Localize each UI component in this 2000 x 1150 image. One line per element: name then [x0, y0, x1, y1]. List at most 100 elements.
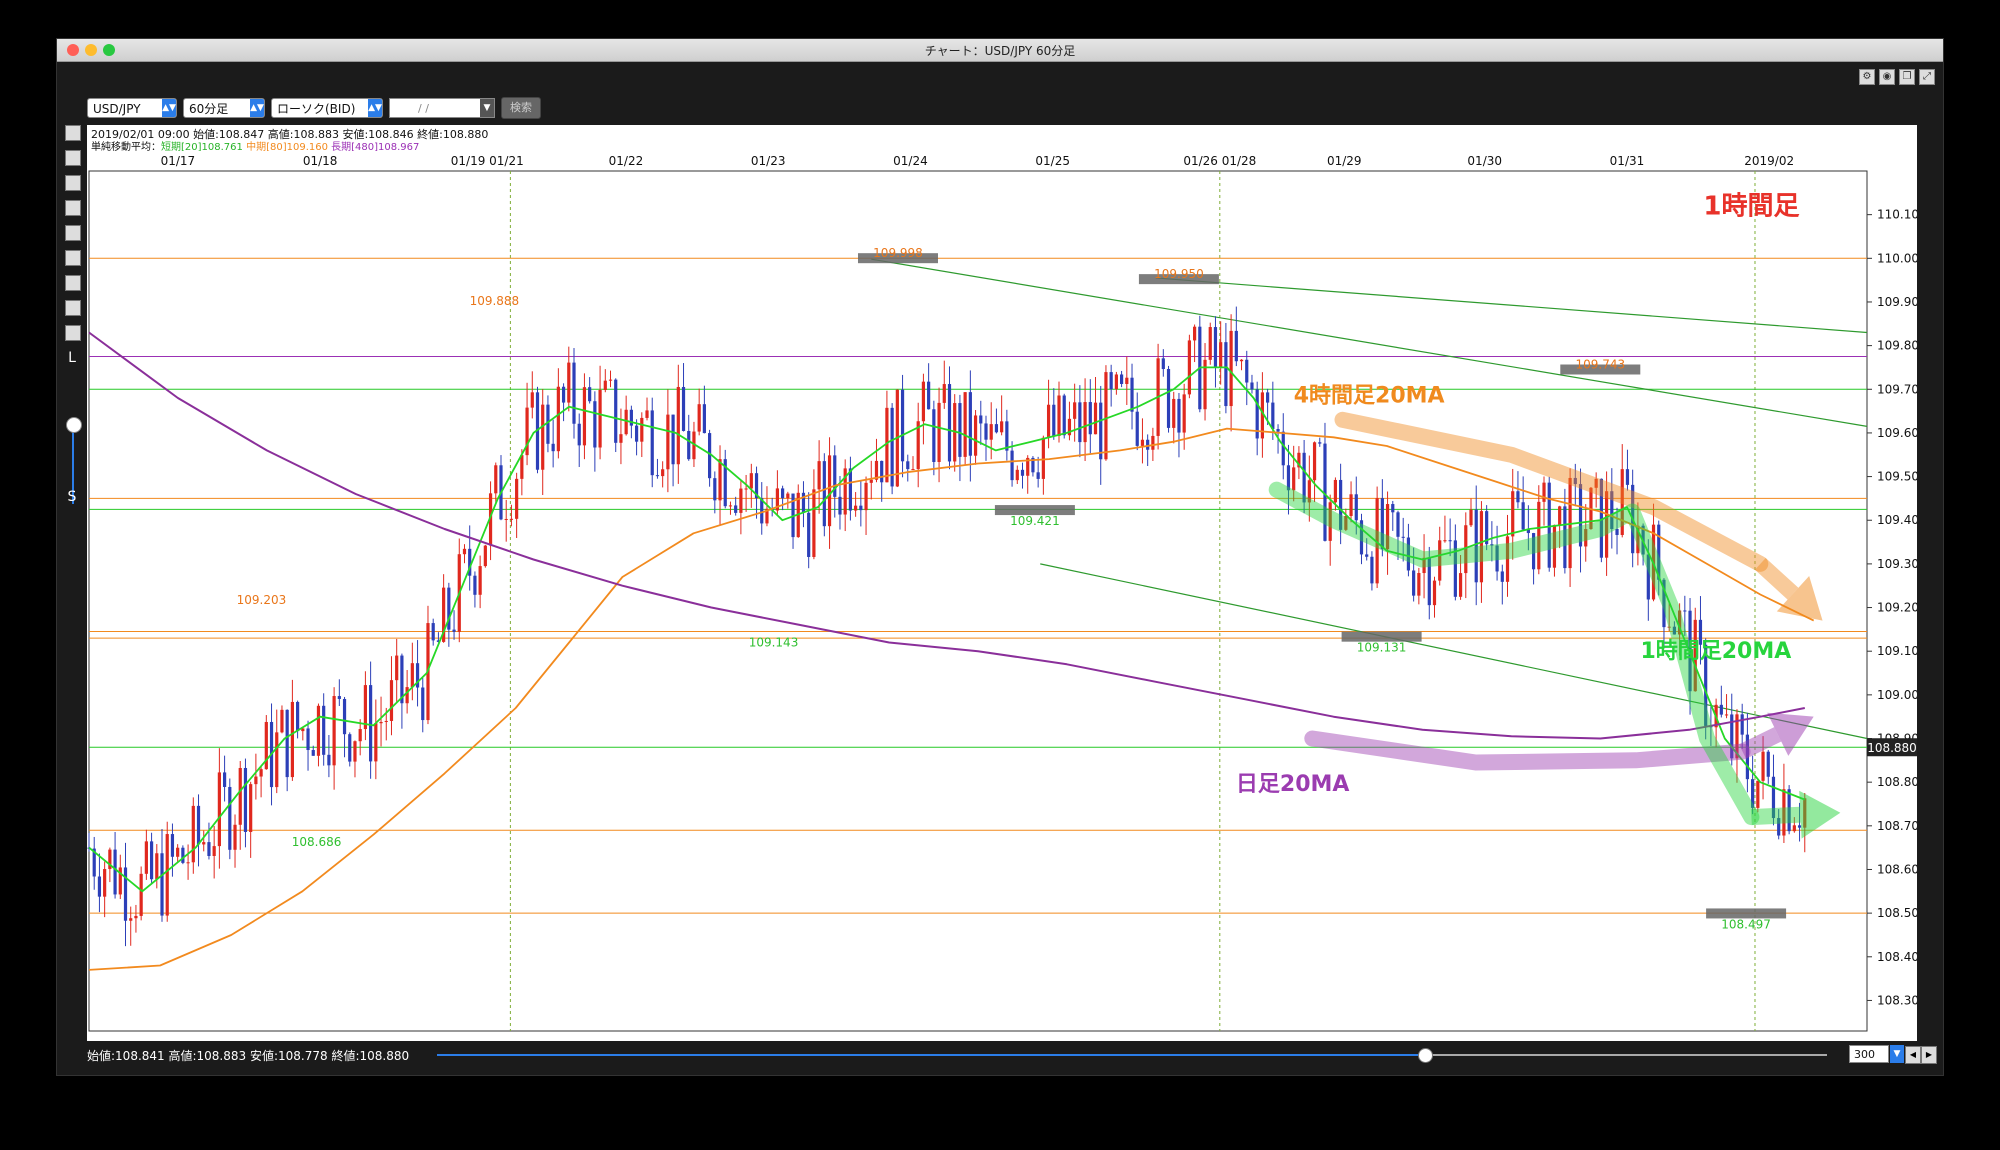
candle-body — [1046, 404, 1051, 438]
candle-body — [942, 384, 946, 403]
bar-count-select[interactable]: 300 ▼ — [1849, 1045, 1904, 1063]
candle-body — [1036, 472, 1040, 479]
candle-body — [556, 386, 560, 452]
price-label: 109.143 — [749, 635, 799, 649]
grid-tool-icon[interactable] — [65, 275, 81, 291]
candle-body — [1724, 714, 1729, 716]
gear-icon[interactable]: ⚙ — [1859, 69, 1875, 85]
candle-body — [285, 709, 289, 778]
candle-body — [911, 469, 915, 471]
annotation-label: 4時間足20MA — [1294, 383, 1445, 408]
candle-body — [1020, 469, 1025, 476]
window-icon[interactable]: ❐ — [1899, 69, 1915, 85]
date-input[interactable]: / / ▼ — [389, 98, 495, 118]
y-tick-label: 109.400 — [1877, 513, 1917, 527]
candle-body — [551, 443, 555, 452]
title-bar: チャート：USD/JPY 60分足 — [57, 39, 1943, 62]
next-icon[interactable]: ▶ — [1921, 1046, 1937, 1064]
channel-tool-icon[interactable] — [65, 200, 81, 216]
candle-body — [144, 841, 148, 874]
candle-body — [379, 721, 383, 724]
x-tick-label: 01/18 — [303, 154, 338, 168]
candle-body — [176, 847, 180, 857]
camera-icon[interactable]: ◉ — [1879, 69, 1895, 85]
candle-body — [958, 403, 962, 457]
fibonacci-tool-icon[interactable] — [65, 225, 81, 241]
candle-body — [1349, 494, 1353, 516]
timeframe-select[interactable]: 60分足 ▲▼ — [183, 98, 265, 118]
y-tick-label: 108.300 — [1877, 993, 1917, 1007]
chevron-down-icon: ▲▼ — [368, 99, 382, 117]
candle-body — [322, 705, 326, 755]
y-tick-label: 109.700 — [1877, 382, 1917, 396]
pair-select[interactable]: USD/JPY ▲▼ — [87, 98, 177, 118]
candle-body — [593, 401, 597, 448]
annotation-label: 1時間足20MA — [1640, 639, 1791, 664]
candle-body — [139, 873, 143, 916]
candle-body — [848, 468, 853, 511]
candle-body — [452, 629, 456, 632]
dropdown-arrow-icon[interactable]: ▼ — [480, 99, 494, 117]
candle-body — [1365, 554, 1369, 557]
price-chart[interactable]: 01/17 01/18 01/19 01/21 01/22 01/23 01/24 01/2… — [87, 151, 1917, 1041]
candle-body — [238, 767, 242, 825]
candle-body — [212, 846, 216, 856]
candle-body — [1281, 431, 1285, 466]
candle-body — [807, 512, 811, 557]
candle-body — [781, 488, 785, 499]
candle-body — [1318, 442, 1322, 444]
candle-body — [598, 389, 602, 448]
candle-body — [275, 732, 279, 788]
candle-body — [358, 729, 362, 742]
candle-body — [728, 505, 733, 507]
candle-body — [608, 379, 613, 381]
candle-body — [170, 834, 175, 857]
text-tool-icon[interactable] — [65, 250, 81, 266]
chart-type-select[interactable]: ローソク(BID) ▲▼ — [271, 98, 383, 118]
delete-tool-icon[interactable] — [65, 325, 81, 341]
candle-body — [160, 853, 164, 916]
date-placeholder: / / — [418, 102, 429, 115]
candle-body — [155, 853, 159, 880]
candle-body — [374, 723, 378, 762]
cursor-tool-icon[interactable] — [65, 125, 81, 141]
candle-body — [1276, 429, 1280, 432]
y-tick-label: 109.500 — [1877, 470, 1917, 484]
scroll-slider-knob[interactable] — [1417, 1048, 1433, 1063]
expand-icon[interactable]: ⤢ — [1919, 69, 1935, 85]
candle-body — [243, 767, 248, 832]
candle-body — [337, 696, 341, 699]
price-label: 109.203 — [237, 593, 287, 607]
candle-body — [1266, 392, 1270, 403]
candle-body — [1683, 610, 1687, 612]
price-label: 109.950 — [1154, 267, 1204, 281]
candle-body — [165, 834, 169, 916]
candle-body — [932, 409, 936, 462]
candle-body — [1213, 327, 1218, 367]
x-tick-label: 2019/02 — [1744, 154, 1794, 168]
candle-body — [666, 414, 670, 470]
prev-icon[interactable]: ◀ — [1905, 1046, 1921, 1064]
x-tick-label: 01/22 — [609, 154, 644, 168]
line-tool-icon[interactable] — [65, 150, 81, 166]
search-button[interactable]: 検索 — [501, 97, 541, 119]
chart-controls: USD/JPY ▲▼ 60分足 ▲▼ ローソク(BID) ▲▼ / / ▼ 検索 — [87, 97, 541, 119]
price-label: 109.998 — [873, 246, 923, 260]
x-tick-label: 01/31 — [1610, 154, 1645, 168]
candle-body — [1083, 402, 1087, 443]
candle-body — [718, 459, 722, 501]
x-tick-label: 01/29 — [1327, 154, 1362, 168]
candle-body — [306, 728, 310, 751]
candle-body — [1354, 494, 1358, 521]
candle-body — [1166, 369, 1171, 428]
candle-body — [927, 381, 931, 410]
candle-body — [233, 824, 237, 850]
candle-body — [947, 384, 952, 462]
candle-body — [822, 461, 826, 527]
print-tool-icon[interactable] — [65, 300, 81, 316]
candle-body — [1182, 394, 1186, 433]
zoom-slider-knob[interactable] — [66, 417, 82, 433]
candle-body — [134, 915, 138, 919]
trend-tool-icon[interactable] — [65, 175, 81, 191]
scroll-slider[interactable] — [437, 1048, 1827, 1063]
